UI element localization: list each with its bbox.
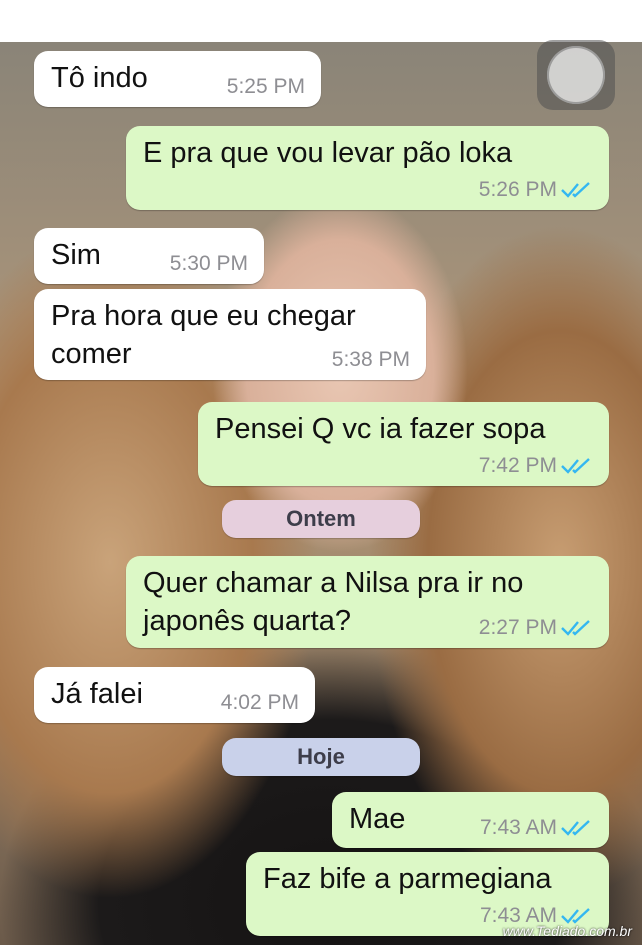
date-divider-yesterday: Ontem <box>222 500 420 538</box>
message-meta: 5:26 PM <box>479 178 593 202</box>
message-time: 7:43 AM <box>479 816 557 839</box>
double-check-icon <box>561 458 590 474</box>
double-check-icon <box>561 820 590 836</box>
message-text: E pra que vou levar pão loka <box>143 137 513 169</box>
message-meta: 2:27 PM <box>479 616 593 640</box>
message-meta: 5:38 PM <box>332 348 410 372</box>
outgoing-message[interactable]: E pra que vou levar pão loka 5:26 PM <box>126 126 609 210</box>
message-meta: 7:42 PM <box>479 454 593 478</box>
message-time: 7:42 PM <box>478 454 557 477</box>
message-time: 4:02 PM <box>220 691 299 714</box>
watermark: www.Tediado.com.br <box>502 923 632 939</box>
message-text: Faz bife a parmegiana <box>263 863 552 895</box>
incoming-message[interactable]: Já falei 4:02 PM <box>34 667 315 723</box>
message-text: Pra hora que eu chegar comer <box>51 300 356 370</box>
date-divider-today: Hoje <box>222 738 420 776</box>
message-text: Pensei Q vc ia fazer sopa <box>215 413 546 445</box>
incoming-message[interactable]: Sim 5:30 PM <box>34 228 264 284</box>
message-time: 5:26 PM <box>478 178 557 201</box>
home-button-inner <box>547 46 605 104</box>
message-time: 2:27 PM <box>478 616 557 639</box>
message-meta: 4:02 PM <box>221 691 299 715</box>
outgoing-message[interactable]: Pensei Q vc ia fazer sopa 7:42 PM <box>198 402 609 486</box>
incoming-message[interactable]: Tô indo 5:25 PM <box>34 51 321 107</box>
home-button-icon[interactable] <box>537 40 615 110</box>
message-text: Já falei <box>51 678 143 710</box>
top-bar <box>0 0 642 43</box>
message-meta: 5:25 PM <box>227 75 305 99</box>
message-time: 5:30 PM <box>169 252 248 275</box>
double-check-icon <box>561 620 590 636</box>
outgoing-message[interactable]: Quer chamar a Nilsa pra ir no japonês qu… <box>126 556 609 648</box>
message-text: Sim <box>51 239 101 271</box>
message-text: Quer chamar a Nilsa pra ir no japonês qu… <box>143 567 524 637</box>
message-time: 5:25 PM <box>226 75 305 98</box>
message-meta: 7:43 AM <box>480 816 593 840</box>
double-check-icon <box>561 182 590 198</box>
date-divider-label: Ontem <box>286 506 356 531</box>
message-text: Mae <box>349 803 406 835</box>
message-time: 5:38 PM <box>331 348 410 371</box>
message-text: Tô indo <box>51 62 148 94</box>
message-meta: 5:30 PM <box>170 252 248 276</box>
outgoing-message[interactable]: Mae 7:43 AM <box>332 792 609 848</box>
incoming-message[interactable]: Pra hora que eu chegar comer 5:38 PM <box>34 289 426 380</box>
date-divider-label: Hoje <box>297 744 345 769</box>
